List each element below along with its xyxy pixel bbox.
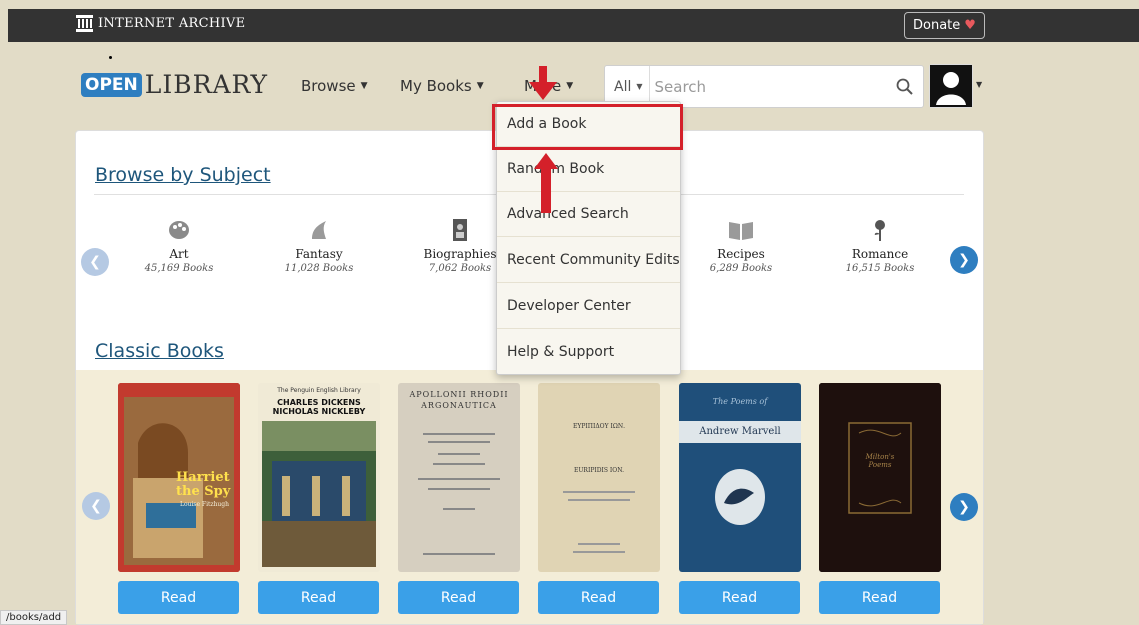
top-bar: INTERNET ARCHIVE Donate ♥ bbox=[8, 9, 1139, 42]
book-cover-title: ΕΥΡΙΠΙΔΟΥ ΙΩΝ. EURIPIDIS ION. bbox=[573, 423, 625, 474]
menu-item-help-support[interactable]: Help & Support bbox=[497, 329, 680, 374]
annotation-highlight-box bbox=[492, 104, 683, 150]
caret-down-icon: ▼ bbox=[476, 81, 484, 91]
donate-button[interactable]: Donate ♥ bbox=[904, 12, 985, 39]
subject-name: Fantasy bbox=[295, 247, 343, 261]
open-library-logo[interactable]: OPEN LIBRARY bbox=[81, 56, 269, 99]
book-cover[interactable]: The Poems of Andrew Marvell bbox=[679, 383, 801, 572]
subject-count: 7,062 Books bbox=[428, 263, 492, 274]
book-cover[interactable]: Harriet the Spy Louise Fitzhugh bbox=[118, 383, 240, 572]
subject-fantasy[interactable]: Fantasy 11,028 Books bbox=[269, 219, 369, 274]
recipe-book-icon bbox=[691, 219, 791, 241]
subject-count: 16,515 Books bbox=[845, 263, 915, 274]
archive-building-icon bbox=[76, 15, 93, 32]
book-cover-title: Harriet the Spy bbox=[176, 470, 231, 499]
rose-icon bbox=[830, 219, 930, 241]
internet-archive-label: INTERNET ARCHIVE bbox=[98, 16, 246, 31]
nav-my-books-menu[interactable]: My Books ▼ bbox=[400, 77, 484, 95]
search-scope-label: All bbox=[614, 78, 632, 95]
caret-down-icon: ▼ bbox=[360, 81, 368, 91]
unicorn-icon bbox=[269, 219, 369, 241]
palette-icon bbox=[129, 219, 229, 241]
logo-dot bbox=[109, 56, 112, 59]
search-icon bbox=[896, 78, 913, 95]
subject-biographies[interactable]: Biographies 7,062 Books bbox=[410, 219, 510, 274]
book-cover[interactable]: ΕΥΡΙΠΙΔΟΥ ΙΩΝ. EURIPIDIS ION. bbox=[538, 383, 660, 572]
chevron-right-icon: ❯ bbox=[958, 499, 970, 515]
read-book-button[interactable]: Read bbox=[398, 581, 519, 614]
browse-by-subject-heading[interactable]: Browse by Subject bbox=[95, 164, 271, 186]
search-button[interactable] bbox=[885, 66, 923, 107]
book-cover-title: APOLLONII RHODII ARGONAUTICA bbox=[409, 390, 509, 410]
book-cover-author: Louise Fitzhugh bbox=[180, 501, 230, 508]
subject-recipes[interactable]: Recipes 6,289 Books bbox=[691, 219, 791, 274]
read-book-button[interactable]: Read bbox=[538, 581, 659, 614]
user-avatar-icon bbox=[930, 65, 972, 107]
nav-browse-menu[interactable]: Browse ▼ bbox=[301, 77, 368, 95]
chevron-right-icon: ❯ bbox=[958, 252, 970, 268]
annotation-arrow-up-icon bbox=[534, 153, 558, 213]
subject-name: Romance bbox=[851, 247, 909, 261]
subject-romance[interactable]: Romance 16,515 Books bbox=[830, 219, 930, 274]
subject-carousel-prev-button[interactable]: ❮ bbox=[81, 248, 109, 276]
subject-count: 45,169 Books bbox=[144, 263, 214, 274]
annotation-arrow-down-icon bbox=[529, 66, 557, 100]
caret-down-icon[interactable]: ▼ bbox=[976, 80, 982, 89]
menu-item-label: Recent Community Edits bbox=[507, 252, 680, 268]
caret-down-icon: ▼ bbox=[566, 81, 574, 91]
book-cover-title: Milton's Poems bbox=[865, 453, 895, 469]
book-cover[interactable]: APOLLONII RHODII ARGONAUTICA bbox=[398, 383, 520, 572]
menu-item-label: Developer Center bbox=[507, 298, 631, 314]
menu-item-advanced-search[interactable]: Advanced Search bbox=[497, 192, 680, 237]
menu-item-developer-center[interactable]: Developer Center bbox=[497, 284, 680, 329]
book-cover-subtitle: The Poems of bbox=[712, 397, 768, 406]
logo-open-badge: OPEN bbox=[81, 72, 142, 97]
account-avatar-button[interactable] bbox=[929, 64, 973, 108]
subject-count: 6,289 Books bbox=[709, 263, 773, 274]
book-cover[interactable]: Milton's Poems bbox=[819, 383, 941, 572]
subject-name: Recipes bbox=[717, 247, 765, 261]
menu-item-label: Help & Support bbox=[507, 343, 615, 360]
book-cover[interactable]: The Penguin English Library CHARLES DICK… bbox=[258, 383, 380, 572]
chevron-left-icon: ❮ bbox=[90, 498, 102, 514]
nav-browse-label: Browse bbox=[301, 77, 356, 95]
books-carousel-next-button[interactable]: ❯ bbox=[950, 493, 978, 521]
search-input[interactable] bbox=[649, 66, 885, 107]
read-book-button[interactable]: Read bbox=[118, 581, 239, 614]
internet-archive-logo[interactable]: INTERNET ARCHIVE bbox=[76, 15, 245, 32]
heart-icon: ♥ bbox=[964, 18, 976, 33]
book-cover-series: The Penguin English Library bbox=[277, 387, 361, 394]
read-book-button[interactable]: Read bbox=[819, 581, 940, 614]
caret-down-icon: ▼ bbox=[636, 82, 643, 91]
read-book-button[interactable]: Read bbox=[679, 581, 800, 614]
subject-name: Art bbox=[169, 247, 189, 261]
chevron-left-icon: ❮ bbox=[89, 254, 101, 270]
subject-count: 11,028 Books bbox=[284, 263, 354, 274]
book-cover-title: CHARLES DICKENS NICHOLAS NICKLEBY bbox=[272, 398, 366, 416]
subject-carousel-next-button[interactable]: ❯ bbox=[950, 246, 978, 274]
read-book-button[interactable]: Read bbox=[258, 581, 379, 614]
browser-status-url: /books/add bbox=[0, 610, 68, 625]
donate-label: Donate bbox=[913, 18, 961, 33]
subject-art[interactable]: Art 45,169 Books bbox=[129, 219, 229, 274]
portrait-icon bbox=[410, 219, 510, 241]
menu-item-random-book[interactable]: Random Book bbox=[497, 147, 680, 192]
classic-books-heading[interactable]: Classic Books bbox=[95, 340, 224, 362]
books-carousel-prev-button[interactable]: ❮ bbox=[82, 492, 110, 520]
menu-item-label: Advanced Search bbox=[507, 206, 629, 222]
nav-my-books-label: My Books bbox=[400, 77, 472, 95]
book-cover-title: Andrew Marvell bbox=[679, 421, 801, 443]
logo-library-text: LIBRARY bbox=[144, 70, 269, 99]
classic-books-carousel: ❮ Harriet the Spy Louise Fitzhugh Read T… bbox=[76, 370, 983, 624]
subject-name: Biographies bbox=[423, 247, 497, 261]
menu-item-recent-community-edits[interactable]: Recent Community Edits bbox=[497, 238, 680, 283]
